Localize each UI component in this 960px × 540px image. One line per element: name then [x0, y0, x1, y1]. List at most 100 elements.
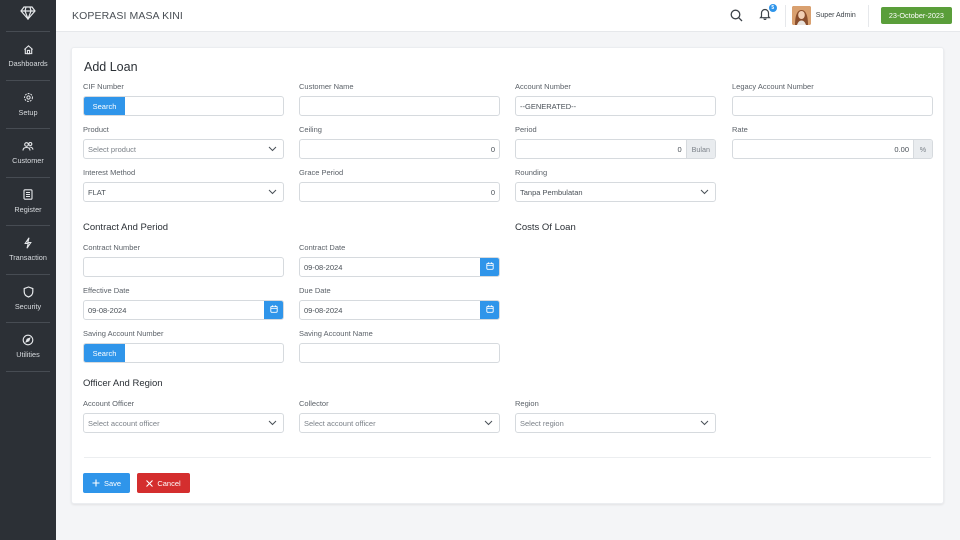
region-select[interactable]: Select region	[515, 413, 716, 433]
avatar	[791, 6, 811, 25]
divider	[784, 4, 786, 27]
grace-period-input[interactable]: 0	[299, 182, 500, 202]
input-value: 0	[677, 144, 682, 154]
cancel-button[interactable]: Cancel	[137, 473, 190, 493]
field-label: Period	[515, 125, 537, 134]
page-title: Add Loan	[84, 60, 138, 74]
input-value: 0	[490, 187, 495, 197]
ceiling-field: Ceiling 0	[299, 125, 500, 159]
customer-name-input[interactable]	[299, 96, 500, 116]
sidebar-item-label: Customer	[12, 156, 44, 166]
input-value: 0	[490, 144, 495, 154]
field-label: Account Officer	[83, 399, 135, 408]
date-badge: 23-October-2023	[880, 7, 952, 24]
field-label: Rate	[732, 125, 748, 134]
app-title: KOPERASI MASA KINI	[72, 9, 183, 22]
sidebar-item-label: Security	[14, 301, 42, 311]
field-label: Customer Name	[299, 82, 354, 91]
saving-account-search-button[interactable]: Search	[84, 344, 125, 362]
sidebar-item-label: Transaction	[9, 253, 47, 263]
sidebar-item-label: Utilities	[16, 350, 40, 360]
chevron-down-icon	[265, 146, 279, 152]
user-name: Super Admin	[815, 12, 856, 19]
rounding-field: Rounding Tanpa Pembulatan	[515, 168, 716, 202]
field-label: Interest Method	[83, 168, 136, 177]
contract-date-field: Contract Date 09-08-2024	[299, 243, 500, 277]
legacy-account-number-input[interactable]	[732, 96, 933, 116]
calendar-icon	[485, 305, 494, 315]
chevron-down-icon	[481, 420, 495, 426]
period-field: Period 0 Bulan	[515, 125, 716, 159]
collector-field: Collector Select account officer	[299, 399, 500, 433]
interest-method-select[interactable]: FLAT	[83, 182, 284, 202]
input-value: 09-08-2024	[88, 305, 127, 315]
chevron-down-icon	[265, 189, 279, 195]
effective-date-input[interactable]: 09-08-2024	[83, 300, 284, 320]
field-label: Rounding	[515, 168, 548, 177]
account-officer-field: Account Officer Select account officer	[83, 399, 284, 433]
rate-input[interactable]: 0.00 %	[732, 139, 933, 159]
rate-field: Rate 0.00 %	[732, 125, 933, 159]
field-label: Contract Number	[83, 243, 141, 252]
costs-section-title: Costs Of Loan	[515, 222, 576, 233]
period-input[interactable]: 0 Bulan	[515, 139, 716, 159]
rounding-select[interactable]: Tanpa Pembulatan	[515, 182, 716, 202]
sidebar-item-security[interactable]: Security	[6, 275, 50, 323]
select-placeholder: Select account officer	[88, 418, 160, 428]
field-label: Region	[515, 399, 539, 408]
search-icon[interactable]	[729, 8, 745, 24]
notification-button[interactable]: 5	[757, 3, 777, 24]
due-date-field: Due Date 09-08-2024	[299, 286, 500, 320]
product-field: Product Select product	[83, 125, 284, 159]
due-date-input[interactable]: 09-08-2024	[299, 300, 500, 320]
sidebar-item-transaction[interactable]: Transaction	[6, 226, 50, 275]
field-label: Saving Account Number	[83, 329, 164, 338]
sidebar-item-label: Setup	[18, 107, 38, 117]
field-label: Due Date	[299, 286, 331, 295]
cancel-label: Cancel	[157, 478, 181, 488]
ceiling-input[interactable]: 0	[299, 139, 500, 159]
effective-date-picker-button[interactable]	[264, 301, 283, 319]
period-unit-addon: Bulan	[685, 140, 715, 158]
calendar-icon	[485, 262, 494, 272]
legacy-account-number-field: Legacy Account Number	[732, 82, 933, 116]
add-loan-card: Add Loan CIF Number Search Customer Name…	[71, 47, 944, 504]
select-placeholder: Select product	[88, 144, 136, 154]
sidebar-item-setup[interactable]: Setup	[6, 81, 50, 129]
topbar: KOPERASI MASA KINI 5 Super Admin 23-Octo…	[56, 0, 960, 32]
logo[interactable]	[6, 0, 50, 32]
input-value: --GENERATED--	[520, 101, 577, 111]
cif-search-button[interactable]: Search	[84, 97, 125, 115]
due-date-picker-button[interactable]	[480, 301, 499, 319]
sidebar-item-utilities[interactable]: Utilities	[6, 323, 50, 372]
saving-account-number-input[interactable]: Search	[83, 343, 284, 363]
divider	[867, 4, 869, 27]
save-button[interactable]: Save	[83, 473, 130, 493]
product-select[interactable]: Select product	[83, 139, 284, 159]
input-value: 09-08-2024	[304, 262, 343, 272]
select-value: FLAT	[88, 187, 106, 197]
user-menu[interactable]: Super Admin	[791, 6, 862, 25]
gear-icon	[22, 92, 34, 104]
saving-account-name-input[interactable]	[299, 343, 500, 363]
collector-select[interactable]: Select account officer	[299, 413, 500, 433]
save-label: Save	[103, 478, 122, 488]
chevron-down-icon	[697, 189, 711, 195]
contract-number-field: Contract Number	[83, 243, 284, 277]
cif-number-input[interactable]: Search	[83, 96, 284, 116]
account-number-input[interactable]: --GENERATED--	[515, 96, 716, 116]
field-label: Effective Date	[83, 286, 130, 295]
compass-icon	[22, 334, 34, 346]
notification-badge: 5	[768, 3, 777, 12]
interest-method-field: Interest Method FLAT	[83, 168, 284, 202]
sidebar-item-dashboards[interactable]: Dashboards	[6, 32, 50, 81]
contract-date-picker-button[interactable]	[480, 258, 499, 276]
sidebar-item-register[interactable]: Register	[6, 178, 50, 226]
contract-date-input[interactable]: 09-08-2024	[299, 257, 500, 277]
officer-section-title: Officer And Region	[83, 378, 163, 389]
customer-name-field: Customer Name	[299, 82, 500, 116]
contract-number-input[interactable]	[83, 257, 284, 277]
account-officer-select[interactable]: Select account officer	[83, 413, 284, 433]
sidebar-item-customer[interactable]: Customer	[6, 129, 50, 178]
sidebar-item-label: Register	[14, 204, 42, 214]
